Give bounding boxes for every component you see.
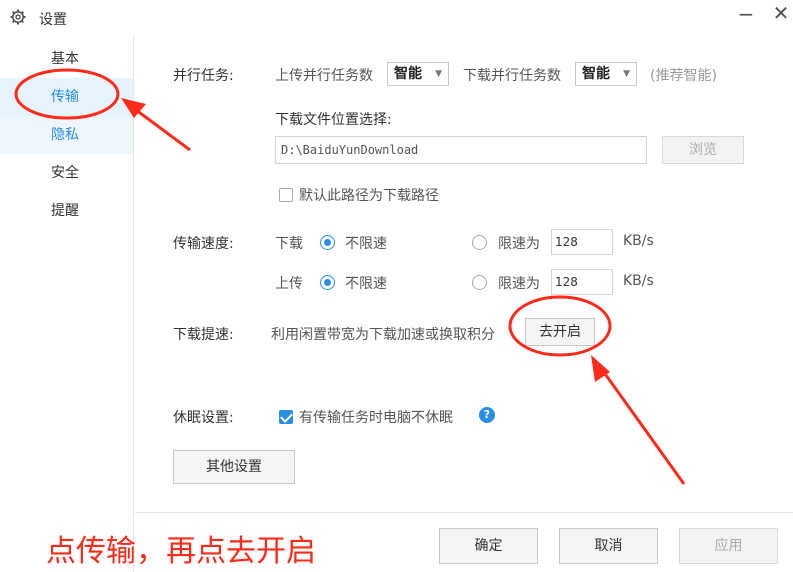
other-settings-button[interactable]: 其他设置 [173,450,295,484]
download-path-input[interactable]: D:\BaiduYunDownload [275,136,647,164]
parallel-tasks-label: 并行任务: [173,68,234,84]
download-unlimited-label: 不限速 [345,236,387,252]
accelerate-label: 下载提速: [173,327,234,343]
upload-unlimited-radio[interactable] [320,275,335,290]
speed-label: 传输速度: [173,236,234,252]
upload-speed-label: 上传 [275,276,303,292]
gear-icon [10,9,26,25]
default-path-checkbox[interactable] [279,188,293,202]
download-speed-label: 下载 [275,236,303,252]
parallel-hint: (推荐智能) [650,68,717,84]
upload-limit-radio[interactable] [472,275,487,290]
upload-limit-label: 限速为 [498,276,540,292]
upload-parallel-value: 智能 [394,66,422,82]
upload-parallel-select[interactable]: 智能 ▼ [387,62,449,86]
sidebar-item-transfer[interactable]: 传输 [0,78,133,116]
footer-divider [135,512,793,513]
browse-button[interactable]: 浏览 [662,136,744,164]
annotation-arrow-enable [591,355,686,485]
download-limit-label: 限速为 [498,236,540,252]
minimize-button[interactable]: − [737,2,755,26]
chevron-down-icon: ▼ [623,69,630,79]
default-path-label: 默认此路径为下载路径 [299,188,439,204]
upload-unit: KB/s [623,273,654,289]
sidebar-item-privacy[interactable]: 隐私 [0,116,133,154]
download-limit-radio[interactable] [472,235,487,250]
apply-button[interactable]: 应用 [679,528,778,564]
sidebar: 基本 传输 隐私 安全 提醒 [0,36,134,572]
upload-limit-input[interactable]: 128 [551,269,613,295]
annotation-text: 点传输，再点去开启 [46,534,316,569]
cancel-button[interactable]: 取消 [559,528,658,564]
enable-accelerate-button[interactable]: 去开启 [525,318,595,346]
download-unit: KB/s [623,233,654,249]
ok-button[interactable]: 确定 [439,528,538,564]
download-limit-input[interactable]: 128 [551,229,613,255]
sidebar-item-security[interactable]: 安全 [0,154,133,192]
help-icon[interactable]: ? [479,407,495,423]
sleep-label: 休眠设置: [173,410,234,426]
sidebar-item-basic[interactable]: 基本 [0,40,133,78]
upload-parallel-label: 上传并行任务数 [275,68,373,84]
chevron-down-icon: ▼ [435,69,442,79]
download-parallel-label: 下载并行任务数 [463,68,561,84]
title-bar: 设置 − ✕ [0,0,793,36]
download-path-label: 下载文件位置选择: [275,112,392,128]
close-button[interactable]: ✕ [772,1,790,25]
window-title: 设置 [39,12,67,28]
sidebar-item-reminder[interactable]: 提醒 [0,192,133,230]
accelerate-description: 利用闲置带宽为下载加速或换取积分 [271,327,495,343]
no-sleep-label: 有传输任务时电脑不休眠 [299,410,453,426]
upload-unlimited-label: 不限速 [345,276,387,292]
download-parallel-value: 智能 [582,66,610,82]
download-parallel-select[interactable]: 智能 ▼ [575,62,637,86]
no-sleep-checkbox[interactable] [279,410,293,424]
download-unlimited-radio[interactable] [320,235,335,250]
